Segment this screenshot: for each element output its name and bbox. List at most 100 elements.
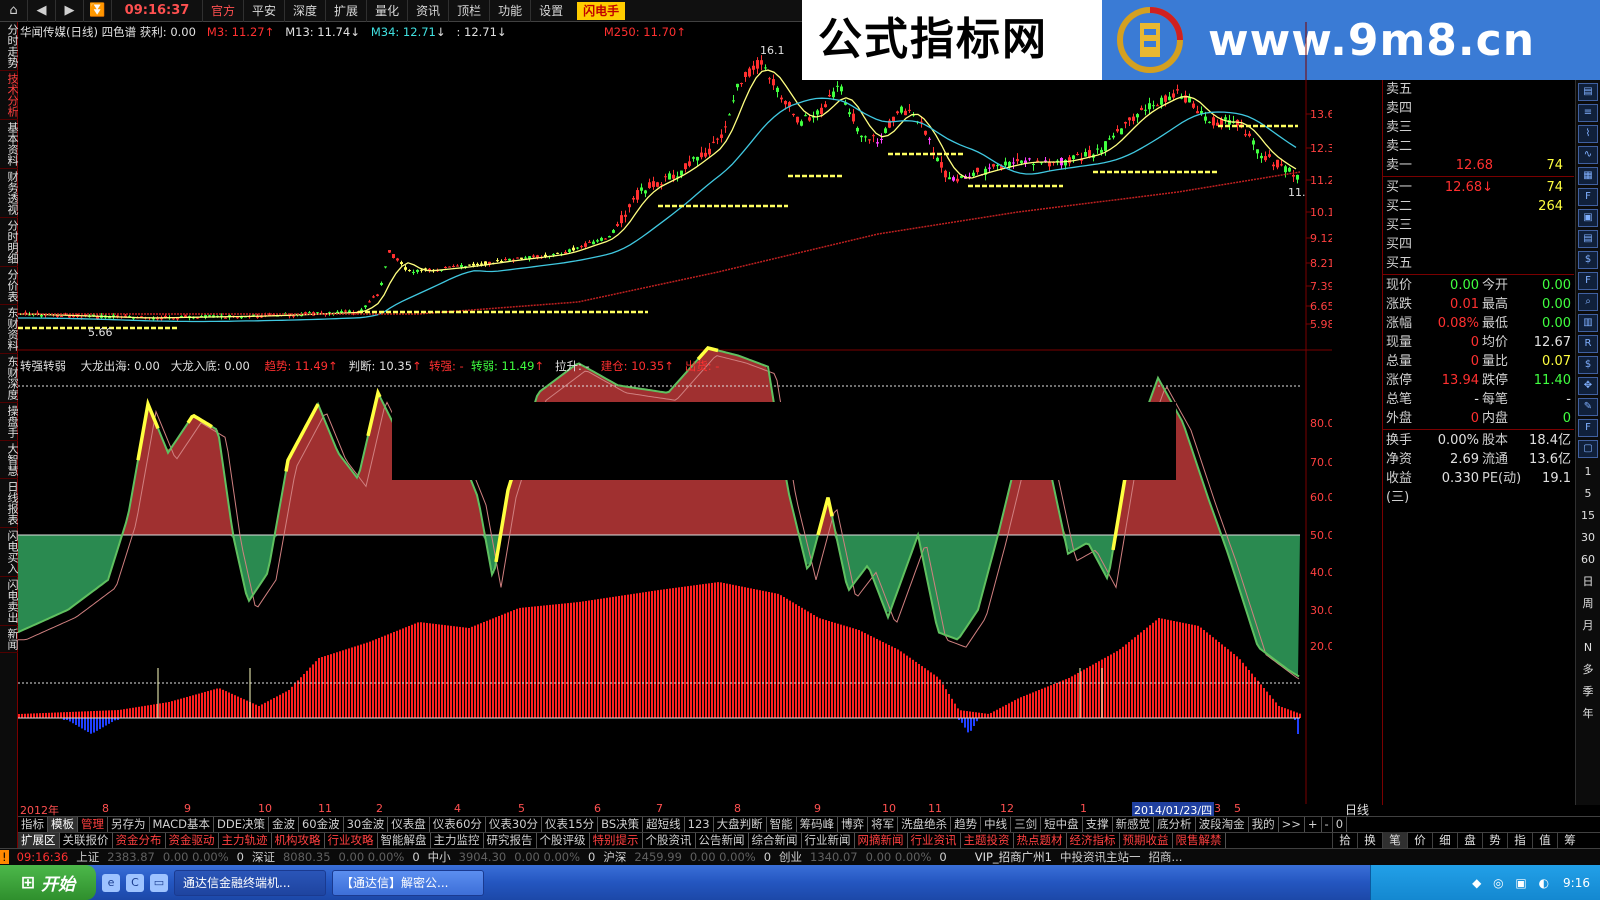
left-tab-basic-info[interactable]: 基本资料 (0, 120, 19, 169)
info-tab[interactable]: 资金驱动 (166, 833, 219, 848)
left-tab-eastmoney-info[interactable]: 东财资料 (0, 305, 19, 354)
menu-topbar[interactable]: 顶栏 (448, 0, 489, 22)
info-tab[interactable]: 智能解盘 (378, 833, 431, 848)
kline-icon[interactable]: ▤ (1578, 83, 1598, 101)
pulse-icon[interactable]: ∿ (1578, 146, 1598, 164)
info-tab[interactable]: 公告新闻 (696, 833, 749, 848)
task-tdx-terminal[interactable]: 通达信金融终端机... (174, 869, 326, 896)
status-alert-icon[interactable]: ! (0, 850, 9, 864)
period-option[interactable]: 日 (1576, 571, 1600, 593)
left-tab-trader[interactable]: 操盘手 (0, 403, 19, 441)
left-tab-finance[interactable]: 财务透视 (0, 169, 19, 218)
f10b-icon[interactable]: F (1578, 272, 1598, 290)
info-tab[interactable]: 网摘新闻 (855, 833, 908, 848)
indicator-tab[interactable]: 将军 (868, 817, 899, 832)
info-tab[interactable]: 研究报告 (484, 833, 537, 848)
vip-server[interactable]: VIP_招商广州1 (975, 849, 1052, 865)
start-button[interactable]: ⊞ 开始 (0, 865, 96, 900)
sell-level[interactable]: 卖一 12.68 74 (1383, 156, 1574, 175)
indicator-tab[interactable]: 123 (685, 817, 714, 832)
buy-level[interactable]: 买四 (1383, 235, 1574, 254)
period-option[interactable]: 15 (1576, 505, 1600, 527)
left-tab-dzh[interactable]: 大智慧 (0, 441, 19, 479)
f5-icon[interactable]: F (1578, 419, 1598, 437)
info-tab[interactable]: 限售解禁 (1173, 833, 1226, 848)
screen-icon[interactable]: ▣ (1578, 209, 1598, 227)
menu-depth[interactable]: 深度 (284, 0, 325, 22)
broker-name[interactable]: 招商... (1148, 849, 1182, 865)
right-tab[interactable]: 指 (1507, 832, 1532, 848)
info-tab[interactable]: 主力监控 (431, 833, 484, 848)
indicator-tab[interactable]: 智能 (767, 817, 797, 832)
period-option[interactable]: 5 (1576, 483, 1600, 505)
period-option[interactable]: 60 (1576, 549, 1600, 571)
indicator-tab[interactable]: 仪表15分 (542, 817, 599, 832)
move-icon[interactable]: ✥ (1578, 377, 1598, 395)
left-tab-tech-analysis[interactable]: 技术分析 (0, 71, 19, 120)
info-tab[interactable]: 综合新闻 (749, 833, 802, 848)
left-tab-news[interactable]: 新闻 (0, 626, 19, 653)
chart-area[interactable]: 16.1 5.66 11. 13.62 12.39 11.26 10.13 9.12 8.21… (18, 22, 1332, 804)
right-tab[interactable]: 细 (1432, 832, 1457, 848)
right-tab[interactable]: 拾 (1332, 832, 1357, 848)
indicator-tab[interactable]: >> (1279, 817, 1305, 832)
fund-icon[interactable]: $ (1578, 251, 1598, 269)
indicator-tab[interactable]: 超短线 (643, 817, 685, 832)
left-tab-time-detail[interactable]: 分时明细 (0, 218, 19, 267)
indicator-tab[interactable]: 新感觉 (1113, 817, 1155, 832)
indicator-tab[interactable]: 波段淘金 (1196, 817, 1249, 832)
home-icon[interactable]: ⌂ (0, 0, 28, 22)
square-icon[interactable]: ▢ (1578, 440, 1598, 458)
indicator-tab[interactable]: 另存为 (108, 817, 150, 832)
menu-quant[interactable]: 量化 (366, 0, 407, 22)
indicator-tab[interactable]: MACD基本 (150, 817, 214, 832)
indicator-tab[interactable]: DDE决策 (214, 817, 269, 832)
flash-trade-button[interactable]: 闪电手 (577, 1, 626, 20)
menu-pingan[interactable]: 平安 (243, 0, 284, 22)
period-option[interactable]: 季 (1576, 681, 1600, 703)
menu-extend[interactable]: 扩展 (325, 0, 366, 22)
sell-level[interactable]: 卖四 (1383, 99, 1574, 118)
indicator-tab[interactable]: 支撑 (1083, 817, 1113, 832)
info-tab[interactable]: 个股评级 (537, 833, 590, 848)
sell-level[interactable]: 卖五 (1383, 80, 1574, 99)
left-tab-flash-buy[interactable]: 闪电买入 (0, 528, 19, 577)
info-tab[interactable]: 行业新闻 (802, 833, 855, 848)
right-tab[interactable]: 换 (1357, 832, 1382, 848)
sell-level[interactable]: 卖三 (1383, 118, 1574, 137)
indicator-tab[interactable]: 管理 (78, 817, 108, 832)
sell-level[interactable]: 卖二 (1383, 137, 1574, 156)
ie-icon[interactable]: e (102, 873, 120, 892)
period-option[interactable]: 多 (1576, 659, 1600, 681)
doc-icon[interactable]: ▤ (1578, 230, 1598, 248)
info-tab[interactable]: 主力轨迹 (219, 833, 272, 848)
right-tab[interactable]: 笔 (1382, 832, 1407, 848)
period-option[interactable]: 30 (1576, 527, 1600, 549)
info-tab[interactable]: 扩展区 (18, 833, 60, 848)
indicator-tab[interactable]: 仪表60分 (430, 817, 486, 832)
right-tab[interactable]: 价 (1407, 832, 1432, 848)
buy-level[interactable]: 买二 264 (1383, 197, 1574, 216)
indicator-tab[interactable]: 博弈 (838, 817, 869, 832)
indicator-tab[interactable]: 中线 (981, 817, 1012, 832)
indicator-tab[interactable]: 洗盘绝杀 (898, 817, 952, 832)
indicator-tab[interactable]: 0 (1333, 817, 1348, 832)
back-icon[interactable]: ◀ (28, 0, 56, 22)
forward-icon[interactable]: ▶ (56, 0, 84, 22)
browser-icon[interactable]: C (126, 873, 144, 892)
period-option[interactable]: 周 (1576, 593, 1600, 615)
info-tab[interactable]: 行业攻略 (325, 833, 378, 848)
indicator-tab[interactable]: 趋势 (951, 817, 982, 832)
right-tab[interactable]: 盘 (1457, 832, 1482, 848)
period-option[interactable]: 月 (1576, 615, 1600, 637)
info-tab[interactable]: 预期收益 (1120, 833, 1173, 848)
rsi-icon[interactable]: R (1578, 335, 1598, 353)
indicator-tab[interactable]: + (1305, 817, 1322, 832)
f10-icon[interactable]: F (1578, 188, 1598, 206)
info-tab[interactable]: 资金分布 (113, 833, 166, 848)
menu-settings[interactable]: 设置 (530, 0, 571, 22)
indicator-tab[interactable]: 仪表30分 (486, 817, 543, 832)
menu-news[interactable]: 资讯 (407, 0, 448, 22)
left-tab-flash-sell[interactable]: 闪电卖出 (0, 577, 19, 626)
info-tab[interactable]: 个股资讯 (643, 833, 696, 848)
